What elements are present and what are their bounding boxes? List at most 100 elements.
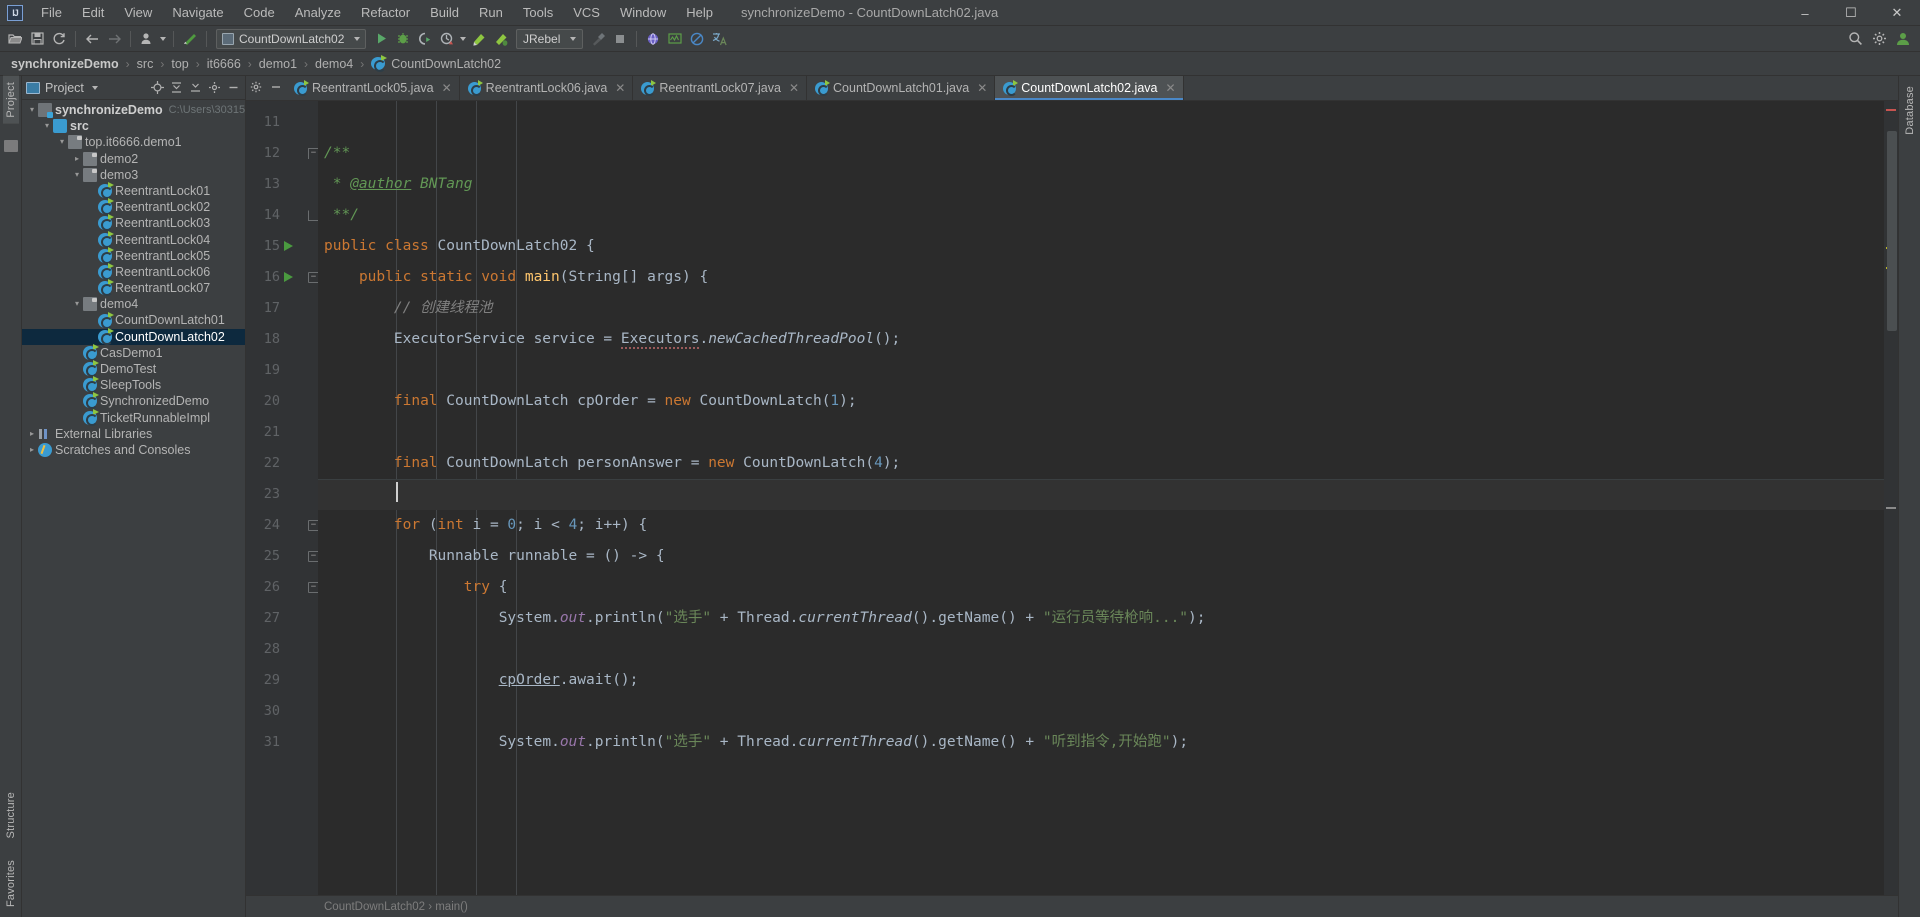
no-entry-icon[interactable] bbox=[686, 28, 708, 50]
gutter-line[interactable]: 13 bbox=[246, 169, 318, 200]
hide-icon[interactable] bbox=[270, 81, 282, 96]
project-tree[interactable]: ▾synchronizeDemoC:\Users\30315\Dow▾src▾t… bbox=[22, 100, 245, 917]
close-button[interactable]: ✕ bbox=[1874, 0, 1920, 26]
build-icon[interactable] bbox=[587, 28, 609, 50]
gutter-line[interactable]: 16− bbox=[246, 262, 319, 293]
menu-item-help[interactable]: Help bbox=[676, 2, 723, 23]
jrebel-run-icon[interactable] bbox=[468, 28, 490, 50]
gutter-line[interactable]: 18 bbox=[246, 324, 318, 355]
code-line[interactable] bbox=[318, 417, 1884, 448]
gutter-line[interactable]: 15 bbox=[246, 231, 318, 262]
debug-icon[interactable] bbox=[392, 28, 414, 50]
maximize-button[interactable]: ☐ bbox=[1828, 0, 1874, 26]
gutter-line[interactable]: 26− bbox=[246, 572, 319, 603]
status-breadcrumb-label[interactable]: CountDownLatch02 › main() bbox=[324, 901, 468, 913]
code-line[interactable]: * @author BNTang bbox=[318, 169, 1884, 200]
code-line[interactable] bbox=[318, 696, 1884, 727]
settings-icon[interactable] bbox=[206, 80, 222, 96]
chevron-down-icon[interactable]: ▾ bbox=[71, 167, 83, 183]
tree-item[interactable]: SynchronizedDemo bbox=[22, 392, 245, 410]
user-profile-icon[interactable] bbox=[136, 28, 158, 50]
editor-gutter[interactable]: 11 12− 13 14 15 16− 17 18 19 20 21 22 23 24−25−26− 27 2… bbox=[246, 101, 319, 895]
editor-marker-gutter[interactable]: 1 4 ∧ ∨ bbox=[1884, 101, 1898, 895]
run-configuration-selector[interactable]: CountDownLatch02 bbox=[216, 28, 366, 49]
code-line[interactable]: /** bbox=[318, 138, 1884, 169]
chevron-down-icon[interactable]: ▾ bbox=[41, 118, 53, 134]
sidebar-item-structure[interactable]: Structure bbox=[3, 786, 19, 844]
menu-item-edit[interactable]: Edit bbox=[72, 2, 114, 23]
gutter-line[interactable]: 31 bbox=[246, 727, 318, 758]
close-icon[interactable]: ✕ bbox=[1165, 81, 1175, 95]
sidebar-item-project[interactable]: Project bbox=[2, 76, 19, 124]
tree-item[interactable]: ▸ External Libraries bbox=[22, 426, 245, 442]
menu-item-window[interactable]: Window bbox=[610, 2, 676, 23]
tree-item[interactable]: ReentrantLock01 bbox=[22, 182, 245, 200]
tree-item[interactable]: ▸ Scratches and Consoles bbox=[22, 442, 245, 458]
close-icon[interactable]: ✕ bbox=[442, 81, 452, 95]
tree-item[interactable]: ▸ demo2 bbox=[22, 151, 245, 167]
chevron-right-icon[interactable]: ▸ bbox=[26, 426, 38, 442]
run-with-coverage-icon[interactable] bbox=[414, 28, 436, 50]
forward-arrow-icon[interactable] bbox=[103, 28, 125, 50]
menu-item-build[interactable]: Build bbox=[420, 2, 469, 23]
code-line[interactable] bbox=[318, 355, 1884, 386]
menu-item-vcs[interactable]: VCS bbox=[563, 2, 610, 23]
close-icon[interactable]: ✕ bbox=[977, 81, 987, 95]
code-line[interactable]: for (int i = 0; i < 4; i++) { bbox=[318, 510, 1884, 541]
code-line[interactable]: **/ bbox=[318, 200, 1884, 231]
code-line[interactable]: System.out.println("选手" + Thread.current… bbox=[318, 727, 1884, 758]
back-arrow-icon[interactable] bbox=[81, 28, 103, 50]
menu-item-file[interactable]: File bbox=[31, 2, 72, 23]
tree-item[interactable]: CountDownLatch02 bbox=[22, 327, 245, 345]
change-marker[interactable] bbox=[1886, 507, 1896, 509]
tree-item[interactable]: SleepTools bbox=[22, 376, 245, 394]
jrebel-selector[interactable]: JRebel bbox=[516, 28, 584, 49]
profiler-icon[interactable] bbox=[436, 28, 458, 50]
chevron-right-icon[interactable]: ▸ bbox=[26, 442, 38, 458]
gutter-line[interactable]: 19 bbox=[246, 355, 318, 386]
breadcrumb-item-top[interactable]: top bbox=[168, 56, 191, 72]
code-line[interactable]: // 创建线程池 bbox=[318, 293, 1884, 324]
run-gutter-icon[interactable] bbox=[284, 241, 293, 251]
database-globe-icon[interactable] bbox=[642, 28, 664, 50]
gutter-line[interactable]: 14 bbox=[246, 200, 319, 231]
error-marker[interactable] bbox=[1886, 109, 1896, 111]
code-line[interactable]: Runnable runnable = () -> { bbox=[318, 541, 1884, 572]
jrebel-debug-icon[interactable] bbox=[490, 28, 512, 50]
menu-item-refactor[interactable]: Refactor bbox=[351, 2, 420, 23]
update-project-icon[interactable] bbox=[179, 28, 201, 50]
code-line[interactable]: public static void main(String[] args) { bbox=[318, 262, 1884, 293]
gutter-line[interactable]: 23 bbox=[246, 479, 318, 510]
gutter-line[interactable]: 30 bbox=[246, 696, 318, 727]
close-icon[interactable]: ✕ bbox=[789, 81, 799, 95]
sidebar-item-database[interactable]: Database bbox=[1902, 80, 1918, 141]
close-icon[interactable]: ✕ bbox=[615, 81, 625, 95]
tree-item[interactable]: ▾ top.it6666.demo1 bbox=[22, 134, 245, 150]
locate-icon[interactable] bbox=[149, 80, 165, 96]
chevron-down-icon[interactable]: ▾ bbox=[56, 134, 68, 150]
gutter-line[interactable]: 21 bbox=[246, 417, 318, 448]
breadcrumb-item-project[interactable]: synchronizeDemo bbox=[8, 56, 122, 72]
menu-item-tools[interactable]: Tools bbox=[513, 2, 563, 23]
tab-reentrantlock05[interactable]: ReentrantLock05.java ✕ bbox=[286, 76, 460, 100]
code-line[interactable] bbox=[318, 107, 1884, 138]
tree-item[interactable]: ▾ demo4 bbox=[22, 296, 245, 312]
gutter-line[interactable]: 20 bbox=[246, 386, 318, 417]
code-editor[interactable]: 11 12− 13 14 15 16− 17 18 19 20 21 22 23 24−25−26− 27 2… bbox=[246, 101, 1898, 895]
sidebar-item-favorites[interactable]: Favorites bbox=[3, 854, 19, 913]
tree-item[interactable]: DemoTest bbox=[22, 360, 245, 378]
breadcrumb-item-demo4[interactable]: demo4 bbox=[312, 56, 356, 72]
profiler-dropdown-icon[interactable] bbox=[458, 28, 468, 50]
tab-countdownlatch01[interactable]: CountDownLatch01.java ✕ bbox=[807, 76, 996, 100]
chevron-right-icon[interactable]: ▸ bbox=[71, 151, 83, 167]
gutter-line[interactable]: 11 bbox=[246, 107, 318, 138]
code-line[interactable]: System.out.println("选手" + Thread.current… bbox=[318, 603, 1884, 634]
gutter-line[interactable]: 24− bbox=[246, 510, 319, 541]
sync-icon[interactable] bbox=[48, 28, 70, 50]
chevron-down-icon[interactable]: ▾ bbox=[26, 102, 38, 118]
tree-item[interactable]: ▾ synchronizeDemo C:\Users\30315\Dow bbox=[22, 102, 245, 119]
gutter-line[interactable]: 29 bbox=[246, 665, 318, 696]
menu-item-run[interactable]: Run bbox=[469, 2, 513, 23]
menu-item-view[interactable]: View bbox=[114, 2, 162, 23]
code-line[interactable]: final CountDownLatch cpOrder = new Count… bbox=[318, 386, 1884, 417]
